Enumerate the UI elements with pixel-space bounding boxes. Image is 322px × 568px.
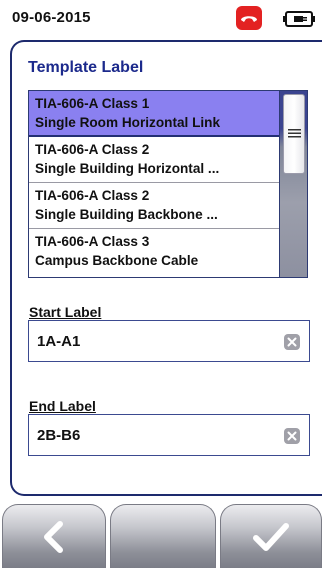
list-item[interactable]: TIA-606-A Class 2 Single Building Horizo… — [29, 137, 279, 183]
list-item-line1: TIA-606-A Class 2 — [35, 142, 150, 157]
template-list[interactable]: TIA-606-A Class 1 Single Room Horizontal… — [28, 90, 280, 278]
list-item[interactable]: TIA-606-A Class 3 Campus Backbone Cable — [29, 229, 279, 275]
status-bar: 09-06-2015 — [0, 0, 322, 38]
bottom-bar — [0, 500, 322, 568]
clear-x-icon[interactable] — [284, 334, 300, 350]
end-label-heading: End Label — [29, 398, 96, 414]
list-item[interactable]: TIA-606-A Class 2 Single Building Backbo… — [29, 183, 279, 229]
list-item-line1: TIA-606-A Class 3 — [35, 234, 150, 249]
panel-title: Template Label — [28, 59, 144, 76]
confirm-button[interactable] — [220, 504, 322, 568]
list-item-line2: Single Room Horizontal Link — [35, 115, 221, 130]
back-button[interactable] — [2, 504, 106, 568]
list-item-line2: Single Building Backbone ... — [35, 207, 218, 222]
scroll-thumb[interactable] — [283, 94, 305, 174]
status-date: 09-06-2015 — [12, 9, 91, 26]
list-item[interactable]: TIA-606-A Class 1 Single Room Horizontal… — [29, 91, 279, 137]
start-label-field[interactable]: 1A-A1 — [28, 320, 310, 362]
start-label-heading: Start Label — [29, 304, 102, 320]
checkmark-icon — [253, 522, 289, 551]
middle-softkey-button[interactable] — [110, 504, 216, 568]
scroll-grip-icon — [288, 129, 301, 138]
end-label-value: 2B-B6 — [37, 427, 81, 444]
phone-hangup-icon[interactable] — [236, 6, 262, 30]
chevron-left-icon — [44, 520, 63, 553]
battery-plug-icon — [282, 10, 316, 28]
list-item-line2: Campus Backbone Cable — [35, 253, 199, 268]
start-label-value: 1A-A1 — [37, 333, 81, 350]
list-item-line1: TIA-606-A Class 1 — [35, 96, 150, 111]
list-item-line2: Single Building Horizontal ... — [35, 161, 220, 176]
list-item-line1: TIA-606-A Class 2 — [35, 188, 150, 203]
template-panel: Template Label TIA-606-A Class 1 Single … — [10, 40, 322, 496]
clear-x-icon[interactable] — [284, 428, 300, 444]
end-label-field[interactable]: 2B-B6 — [28, 414, 310, 456]
list-scrollbar[interactable] — [280, 90, 308, 278]
